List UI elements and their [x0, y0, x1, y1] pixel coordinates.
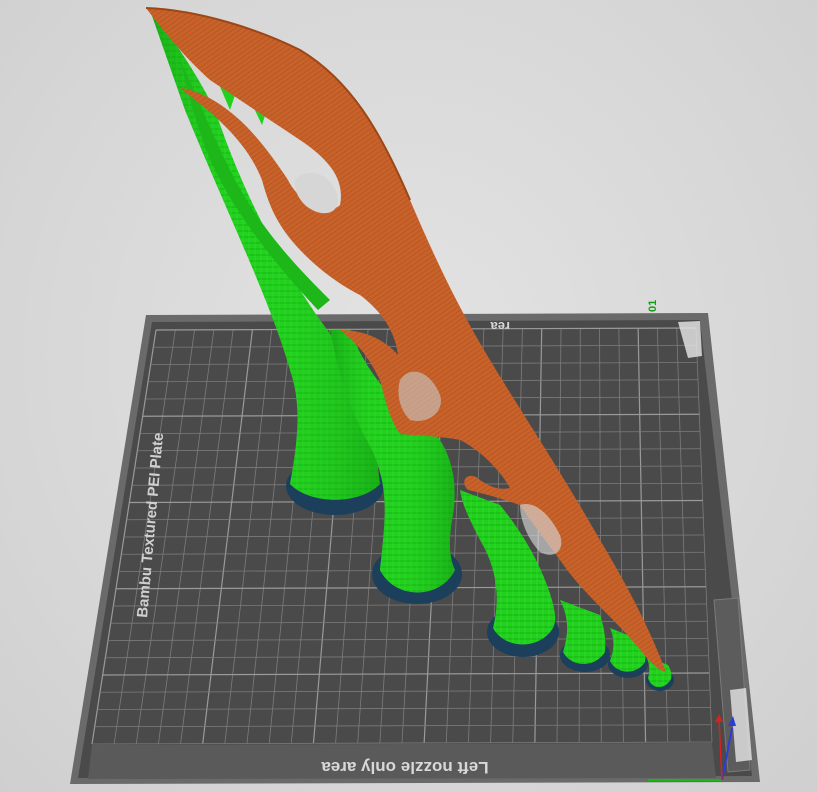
3d-viewport[interactable]: Bambu Textured PEI Plate Left nozzle onl…: [0, 0, 817, 792]
plate-number: 01: [647, 300, 659, 312]
left-nozzle-label: Left nozzle only area: [321, 758, 489, 777]
right-nozzle-label: rea: [490, 319, 510, 334]
build-plate-scene[interactable]: Bambu Textured PEI Plate Left nozzle onl…: [0, 0, 817, 792]
